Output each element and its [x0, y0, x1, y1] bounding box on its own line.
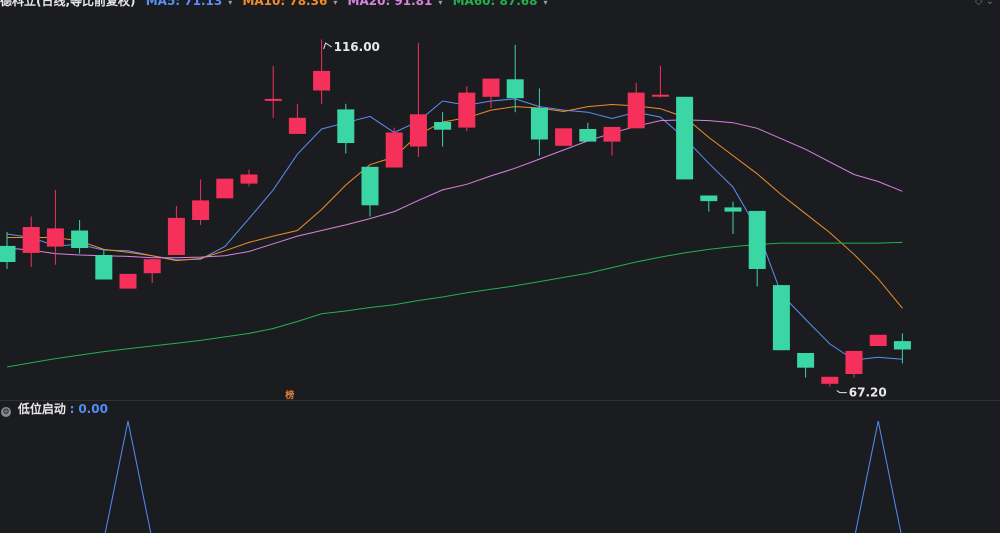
candle-body	[119, 273, 137, 289]
panel-divider	[0, 400, 1000, 401]
chart-stage: 德科立(日线,等比前复权) MA5: 71.13 ▾ MA10: 78.36 ▾ M…	[0, 0, 1000, 533]
candles	[0, 39, 911, 387]
candle-body	[651, 94, 669, 97]
candle	[797, 353, 815, 378]
indicator-value: 0.00	[78, 402, 108, 416]
candle	[506, 45, 524, 113]
candle	[651, 66, 669, 98]
candle-body	[506, 79, 524, 99]
candle-body	[22, 227, 40, 253]
candle-body	[385, 132, 403, 168]
candle-body	[627, 92, 645, 129]
candle	[724, 201, 742, 234]
candle-body	[555, 128, 573, 146]
candle	[555, 128, 573, 146]
candle	[95, 250, 113, 280]
candle-body	[700, 195, 718, 202]
candle	[821, 376, 839, 387]
candle-body	[0, 245, 16, 262]
candle	[385, 127, 403, 168]
candle-body	[845, 350, 863, 374]
candle	[482, 78, 500, 108]
candle-body	[458, 92, 476, 128]
ma60-line	[6, 241, 903, 368]
candle-body	[434, 122, 452, 130]
candle-body	[71, 230, 89, 248]
candle	[192, 179, 210, 225]
candle-body	[264, 98, 282, 101]
ma20-line	[6, 119, 903, 259]
ma-lines	[6, 98, 903, 368]
low-marker-arrow	[836, 390, 847, 394]
candle	[676, 96, 694, 180]
candle	[458, 86, 476, 132]
candle-body	[821, 376, 839, 384]
indicator-name: 低位启动	[17, 402, 66, 416]
candle-body	[361, 166, 379, 206]
indicator-line	[104, 420, 902, 533]
candle-body	[409, 114, 427, 147]
candle	[313, 39, 331, 104]
candle	[337, 103, 355, 154]
candle-body	[46, 228, 64, 247]
candle-body	[530, 108, 548, 140]
candle	[772, 285, 790, 351]
candle	[603, 126, 621, 156]
candle	[22, 216, 40, 267]
indicator-settings-icon[interactable]: ⚙	[1, 407, 11, 417]
candle-body	[167, 217, 185, 255]
candle-body	[337, 109, 355, 143]
candle	[627, 82, 645, 129]
high-price-label: 116.00	[334, 40, 380, 54]
candle-body	[603, 126, 621, 142]
candle	[700, 195, 718, 212]
candle	[530, 88, 548, 156]
indicator-separator: :	[69, 402, 75, 416]
candle-body	[288, 117, 306, 134]
candle-body	[893, 341, 911, 350]
candlestick-chart: 116.00 67.20 榜	[0, 39, 911, 533]
candle-body	[797, 353, 815, 368]
candle-body	[579, 129, 597, 142]
candle	[119, 273, 137, 289]
candle	[216, 178, 234, 199]
candle-body	[192, 200, 210, 220]
candle	[869, 334, 887, 346]
annotations: 116.00 67.20 榜	[285, 40, 886, 401]
candle-body	[676, 96, 694, 180]
candle-body	[748, 210, 766, 269]
candle-body	[240, 174, 258, 184]
candle	[434, 112, 452, 147]
candle-body	[313, 70, 331, 91]
candle	[845, 350, 863, 378]
candle	[240, 169, 258, 187]
candle	[167, 206, 185, 255]
candle	[579, 122, 597, 142]
candle	[361, 166, 379, 217]
candle	[71, 220, 89, 254]
candle	[748, 210, 766, 287]
ma10-line	[7, 103, 903, 309]
candle-body	[772, 285, 790, 351]
candle	[264, 66, 282, 118]
candle-body	[95, 255, 113, 280]
ma5-line	[6, 98, 903, 361]
indicator-series-line	[104, 420, 902, 533]
high-marker-arrow	[323, 42, 332, 50]
candle-body	[869, 334, 887, 346]
candle-body	[724, 207, 742, 212]
low-price-label: 67.20	[849, 386, 887, 400]
indicator-header: ⚙ 低位启动 : 0.00	[0, 401, 108, 417]
candle-body	[143, 259, 161, 274]
candle	[288, 103, 306, 134]
candle-body	[482, 78, 500, 97]
candle	[143, 259, 161, 283]
candle-body	[216, 178, 234, 199]
candle	[409, 42, 427, 157]
